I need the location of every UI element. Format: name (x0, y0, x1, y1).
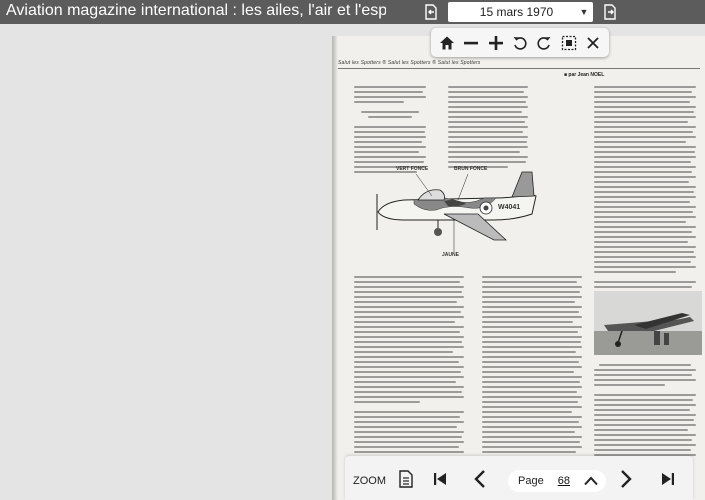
previous-page-icon[interactable] (469, 468, 491, 490)
close-icon[interactable] (582, 32, 604, 54)
zoom-label[interactable]: ZOOM (353, 475, 386, 487)
next-page-icon[interactable] (615, 468, 637, 490)
last-page-icon[interactable] (657, 468, 679, 490)
zoom-in-icon[interactable] (485, 32, 507, 54)
text-column-2-bottom (482, 276, 582, 476)
page-back-icon[interactable] (421, 2, 441, 22)
home-icon[interactable] (436, 32, 458, 54)
drawing-label-brun-fonce: BRUN FONCE (454, 166, 488, 172)
viewer-toolbar (431, 28, 609, 57)
page-label: Page (518, 475, 544, 487)
bottom-nav-bar: ZOOM Page 68 (345, 456, 693, 500)
zoom-out-icon[interactable] (460, 32, 482, 54)
rotate-left-icon[interactable] (509, 32, 531, 54)
fit-selection-icon[interactable] (558, 32, 580, 54)
text-column-1-bottom (354, 276, 464, 476)
top-bar: Aviation magazine international : les ai… (0, 0, 705, 24)
header-rule (338, 68, 700, 69)
aircraft-drawing: VERT FONCE BRUN FONCE W4041 JAUNE (374, 154, 542, 262)
drawing-label-serial: W4041 (498, 204, 521, 211)
drawing-label-jaune: JAUNE (442, 252, 459, 258)
rotate-right-icon[interactable] (533, 32, 555, 54)
page-forward-icon[interactable] (600, 2, 620, 22)
section-header: Salut les Spotters ® Salut les Spotters … (338, 60, 481, 66)
text-column-3-bottom (594, 364, 696, 464)
first-page-icon[interactable] (429, 468, 451, 490)
drawing-label-vert-fonce: VERT FONCE (396, 166, 429, 172)
chevron-down-icon: ▼ (579, 7, 589, 17)
aircraft-photo (594, 291, 702, 355)
magazine-page[interactable]: Salut les Spotters ® Salut les Spotters … (332, 36, 705, 500)
document-title: Aviation magazine international : les ai… (6, 2, 386, 19)
viewer-background (0, 24, 332, 500)
page-indicator: Page 68 (508, 470, 606, 492)
date-select[interactable]: 15 mars 1970 ▼ (448, 2, 593, 22)
page-number-input[interactable]: 68 (558, 475, 570, 487)
page-up-icon[interactable] (582, 472, 600, 490)
author-line: ■ par Jean NOEL (564, 72, 605, 78)
page-shadow (332, 36, 338, 500)
date-value: 15 mars 1970 (479, 5, 554, 19)
document-icon[interactable] (395, 468, 417, 490)
text-column-3-top (594, 86, 696, 296)
